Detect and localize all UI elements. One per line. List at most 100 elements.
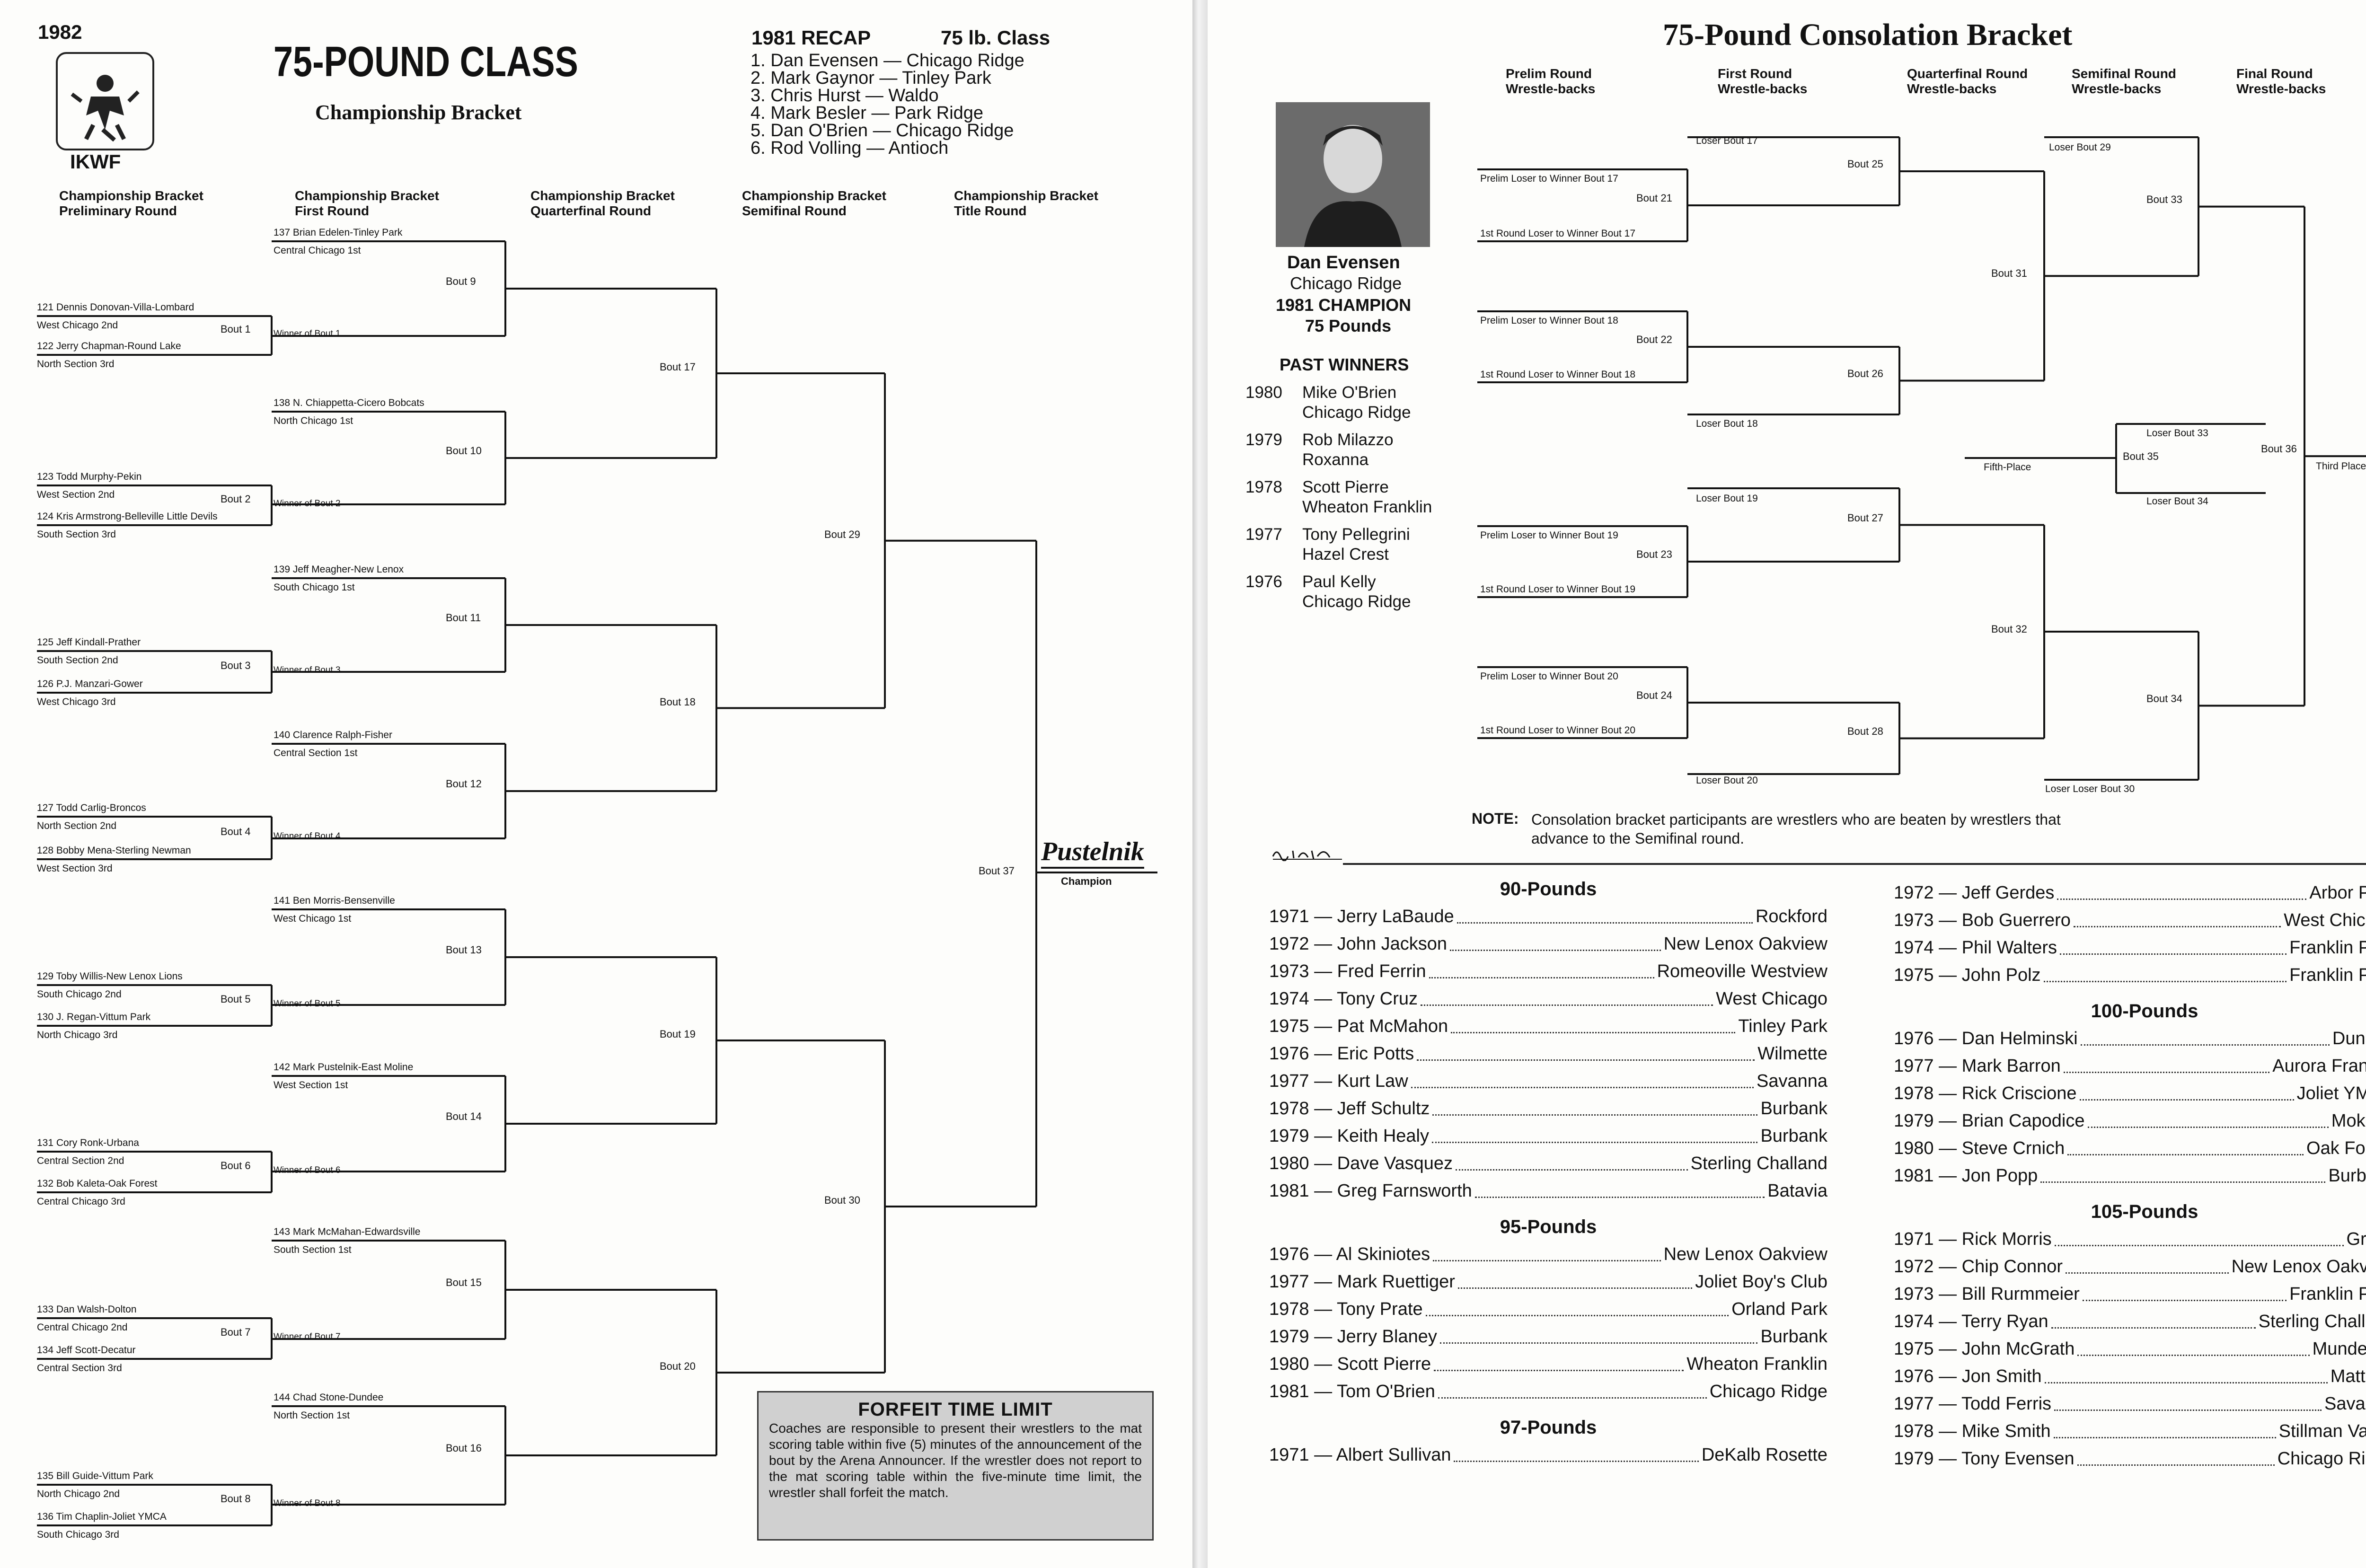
winner-year: 1974 [1894,1312,1934,1331]
winner-name: Todd Ferris [1961,1394,2052,1414]
bout-label: Bout 15 [446,1277,482,1288]
winner-row: 1976 — Dan Helminski Dundee [1894,1025,2366,1052]
winner-row: 1972 — Chip Connor New Lenox Oakview [1894,1253,2366,1280]
bout-label: Bout 30 [824,1194,860,1206]
entrant-name: 126 P.J. Manzari-Gower [37,678,143,689]
bout-label: Bout 11 [446,612,481,624]
winner-year: 1976 [1894,1366,1934,1386]
bout-label: Bout 18 [660,696,696,708]
winner-year-name: 1977 — Todd Ferris [1894,1394,2052,1414]
dot-leader [2079,1080,2294,1101]
winner-town: Joliet Boy's Club [1695,1272,1827,1292]
loser-label: Loser Bout 18 [1696,418,1758,429]
winner-year: 1974 [1269,989,1309,1009]
winner-name: Kurt Law [1337,1071,1408,1091]
winner-year: 1972 [1894,883,1934,903]
winner-year: 1978 [1894,1084,1934,1103]
entrant-qualifier: South Section 3rd [37,529,116,540]
entrant-name: 130 J. Regan-Vittum Park [37,1012,151,1022]
winner-name: Bob Guerrero [1961,910,2071,930]
divider-rule [1343,863,2366,865]
winner-name: Phil Walters [1961,938,2057,958]
bout-label: Bout 23 [1636,548,1672,560]
dot-leader [1457,903,1753,924]
winner-year-name: 1979 — Brian Capodice [1894,1111,2085,1131]
winner-row: 1975 — Pat McMahon Tinley Park [1269,1013,1827,1040]
winner-year-name: 1980 — Steve Crnich [1894,1138,2065,1158]
bout-label: Bout 26 [1847,367,1883,379]
entrant-qualifier: Central Chicago 3rd [37,1196,125,1207]
prelim-loser-label: Prelim Loser to Winner Bout 20 [1480,671,1618,682]
winner-row: 1981 — Jon Popp Burbank [1894,1162,2366,1189]
winner-row: 1971 — Albert Sullivan DeKalb Rosette [1269,1441,1827,1469]
winner-town: New Lenox Oakview [1663,1244,1827,1264]
winner-name: John McGrath [1961,1339,2075,1359]
entrant-qualifier: Central Section 1st [274,748,358,758]
bout-label: Bout 25 [1847,158,1883,170]
bout-label: Bout 37 [979,865,1015,877]
entrant-name: 122 Jerry Chapman-Round Lake [37,341,181,352]
winner-town: Burbank [1760,1099,1827,1119]
first-loser-label: 1st Round Loser to Winner Bout 18 [1480,369,1636,380]
winner-year: 1980 [1269,1154,1309,1173]
winner-name: John Polz [1961,965,2041,985]
winner-town: Wilmette [1757,1044,1827,1064]
winner-town: Stillman Valley [2278,1421,2366,1441]
entrant-name: 124 Kris Armstrong-Belleville Little Dev… [37,511,218,522]
winner-town: Savanna [2324,1394,2366,1414]
dot-leader [1433,1241,1661,1261]
bout-label: Bout 21 [1636,192,1672,204]
dot-leader [2080,1025,2330,1046]
entrant-qualifier: North Section 2nd [37,820,117,831]
winner-year: 1979 [1269,1327,1309,1347]
winner-year-name: 1976 — Jon Smith [1894,1366,2042,1386]
winner-year: 1977 [1894,1394,1934,1414]
bout-label: Bout 36 [2261,443,2297,455]
winner-row: 1978 — Jeff Schultz Burbank [1269,1095,1827,1122]
entrant-name: 121 Dennis Donovan-Villa-Lombard [37,302,194,313]
winner-year: 1980 [1894,1138,1934,1158]
loser-label: Loser Bout 33 [2146,428,2208,439]
dot-leader [1432,1095,1758,1116]
winner-town: Burbank [1760,1126,1827,1146]
dot-leader [2063,1052,2270,1073]
winner-row: 1973 — Bob Guerrero West Chicago [1894,907,2366,934]
winner-name: Dan Helminski [1961,1029,2078,1048]
winner-row: 1980 — Steve Crnich Oak Forest [1894,1135,2366,1162]
winner-year-name: 1974 — Phil Walters [1894,938,2057,958]
winner-year-name: 1975 — Pat McMahon [1269,1016,1448,1036]
winner-name: Jon Smith [1961,1366,2042,1386]
winner-year: 1981 [1269,1181,1309,1201]
championship-bracket-lines [37,240,1157,1526]
dot-leader [1474,1177,1765,1198]
winner-row: 1977 — Kurt Law Savanna [1269,1067,1827,1095]
entrant-qualifier: Central Chicago 2nd [37,1322,128,1333]
entrant-qualifier: Central Section 2nd [37,1155,124,1166]
winner-name: Tom O'Brien [1336,1382,1435,1401]
dot-leader [1450,930,1661,951]
winner-name: Tony Cruz [1336,989,1418,1009]
winner-year: 1971 [1269,907,1309,926]
weight-class-title: 97-Pounds [1500,1417,1597,1438]
bout-label: Bout 10 [446,445,482,457]
dot-leader [2073,907,2281,927]
winner-row: 1974 — Tony Cruz West Chicago [1269,985,1827,1013]
bout-label: Bout 9 [446,275,476,287]
dot-leader [1457,1268,1693,1289]
winner-town: New Lenox Oakview [1663,934,1827,954]
winner-row: 1974 — Terry Ryan Sterling Challand [1894,1308,2366,1335]
dot-leader [2053,1418,2276,1438]
dot-leader [1429,958,1654,978]
winner-row: 1980 — Scott Pierre Wheaton Franklin [1269,1350,1827,1378]
dot-leader [1425,1295,1729,1316]
winner-year: 1974 [1894,938,1934,958]
dot-leader [1432,1122,1758,1143]
bout-label: Bout 33 [2146,193,2182,205]
weight-class-title: 100-Pounds [2091,1001,2198,1022]
winner-row: 1981 — Tom O'Brien Chicago Ridge [1269,1378,1827,1405]
weight-class-title: 90-Pounds [1500,879,1597,899]
consolation-page: 75-Pound Consolation Bracket Prelim Roun… [1208,0,2366,1568]
winner-town: Rockford [1755,907,1827,926]
winner-label: Winner of Bout 5 [274,999,341,1009]
winner-label: Winner of Bout 2 [274,499,341,509]
